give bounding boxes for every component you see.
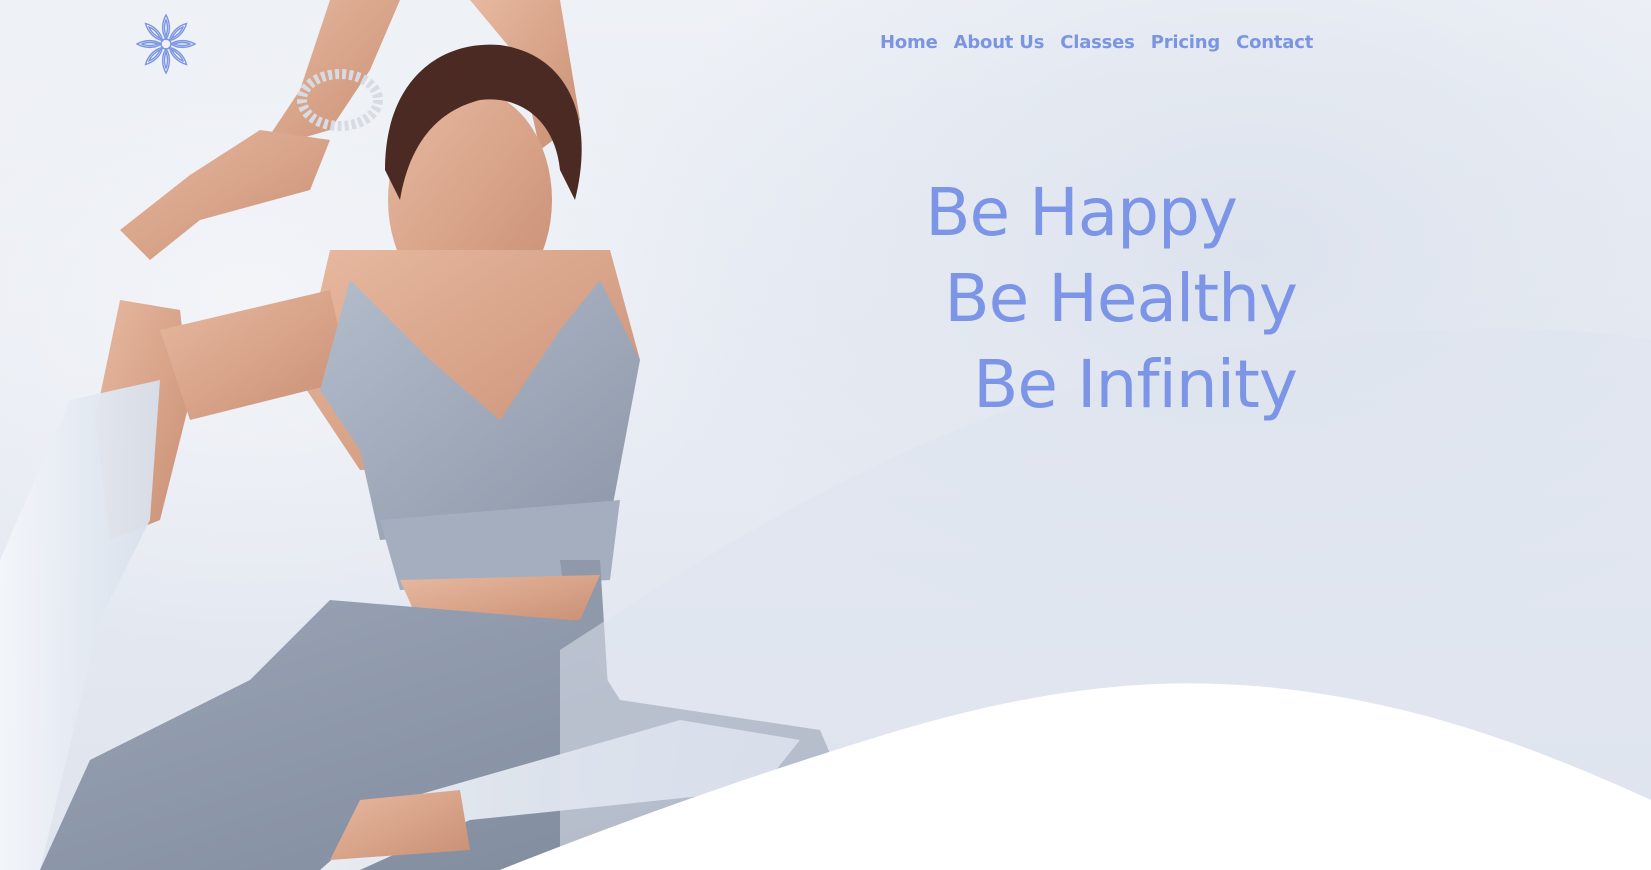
nav-link-home[interactable]: Home — [880, 32, 938, 53]
nav-link-contact[interactable]: Contact — [1236, 32, 1313, 53]
headline-line-happy: Be Happy — [925, 174, 1238, 251]
nav-link-classes[interactable]: Classes — [1060, 32, 1135, 53]
nav-link-pricing[interactable]: Pricing — [1151, 32, 1221, 53]
lotus-mandala-icon — [136, 13, 196, 74]
logo[interactable] — [134, 12, 198, 76]
nav-link-about-us[interactable]: About Us — [954, 32, 1045, 53]
main-nav: Home About Us Classes Pricing Contact — [880, 32, 1313, 53]
hero-section: Home About Us Classes Pricing Contact Be… — [0, 0, 1651, 870]
headline-line-infinity: Be Infinity — [973, 346, 1298, 423]
decorative-wave — [500, 328, 1651, 870]
headline-line-healthy: Be Healthy — [944, 260, 1298, 337]
hero-headline: Be Happy Be Healthy Be Infinity — [925, 170, 1298, 428]
